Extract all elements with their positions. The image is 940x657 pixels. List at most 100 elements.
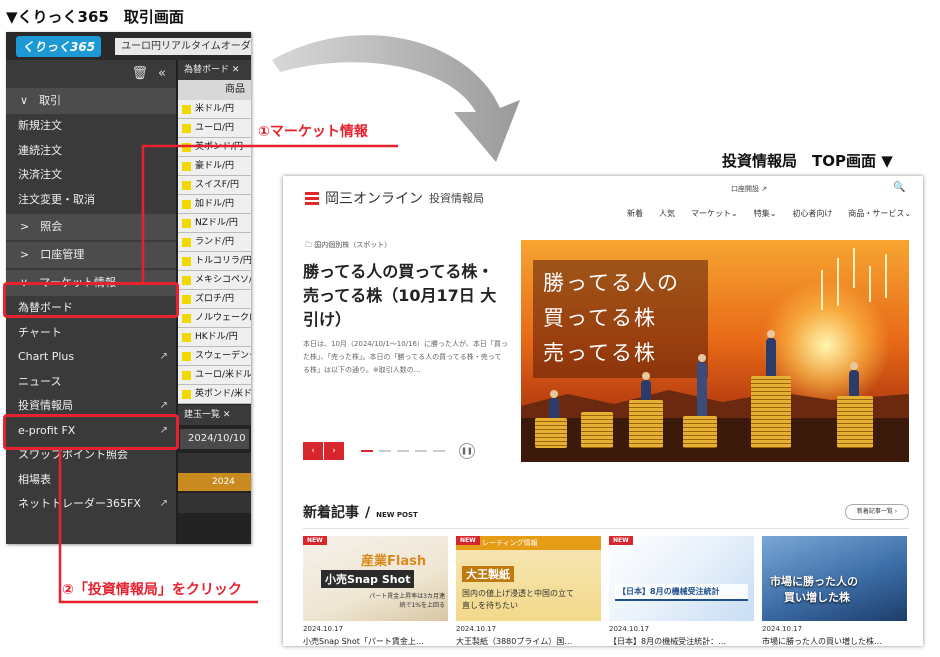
currency-pair-row[interactable]: 米ドル/円 bbox=[178, 100, 251, 119]
nav-market[interactable]: マーケット⌄ bbox=[691, 208, 738, 219]
article-card[interactable]: 市場に勝った人の 買い増した株 2024.10.17 市場に勝った人の買い増した… bbox=[762, 536, 907, 646]
pair-marker-icon bbox=[182, 142, 191, 152]
carousel-dot[interactable] bbox=[433, 450, 445, 452]
candlestick bbox=[885, 254, 887, 298]
tab-positions[interactable]: 建玉一覧 ✕ bbox=[178, 405, 251, 425]
highlight-market-info bbox=[3, 282, 179, 318]
article-category[interactable]: 🗀 国内個別株（スポット） bbox=[305, 240, 391, 252]
article-thumbnail: NEW 【日本】8月の機械受注統計 bbox=[609, 536, 754, 621]
nav-item-news[interactable]: ニュース bbox=[6, 370, 176, 395]
carousel-dot[interactable] bbox=[415, 450, 427, 452]
currency-pair-label: 豪ドル/円 bbox=[195, 160, 235, 171]
search-icon[interactable]: 🔍 bbox=[893, 182, 905, 193]
carousel-controls: ‹ › ❚❚ bbox=[303, 442, 475, 460]
nav-item-nettrader[interactable]: ネットトレーダー365FX ↗ bbox=[6, 492, 176, 517]
selected-row[interactable]: 2024 bbox=[178, 473, 251, 491]
nav-new[interactable]: 新着 bbox=[627, 208, 643, 219]
nav-item-continuous-order[interactable]: 連続注文 bbox=[6, 139, 176, 164]
table-row bbox=[178, 493, 251, 513]
pair-marker-icon bbox=[182, 294, 191, 304]
currency-pair-row[interactable]: ズロチ/円 bbox=[178, 290, 251, 309]
article-card[interactable]: NEW レーティング情報 大王製紙 国内の値上げ浸透と中国の立て直しを待ちたい … bbox=[456, 536, 601, 646]
left-caption: ▼くりっく365 取引画面 bbox=[6, 8, 184, 26]
businessman-figure bbox=[849, 362, 859, 396]
site-logo[interactable]: 岡三オンライン 投資情報局 bbox=[305, 188, 484, 208]
currency-pair-row[interactable]: ユーロ/米ドル bbox=[178, 366, 251, 385]
currency-pair-label: 米ドル/円 bbox=[195, 103, 235, 114]
currency-pair-row[interactable]: NZドル/円 bbox=[178, 214, 251, 233]
featured-headline[interactable]: 勝ってる人の買ってる株・売ってる株（10月17日 大引け） bbox=[303, 260, 503, 332]
pair-marker-icon bbox=[182, 218, 191, 228]
article-card[interactable]: NEW 【日本】8月の機械受注統計 2024.10.17 【日本】8月の機械受注… bbox=[609, 536, 754, 646]
currency-pair-row[interactable]: スイスF/円 bbox=[178, 176, 251, 195]
collapse-icon[interactable]: « bbox=[158, 66, 166, 81]
app-topbar: くりっく365 ユーロ円リアルタイムオーダ bbox=[6, 32, 251, 60]
nav-group-shokai[interactable]: > 照会 bbox=[6, 214, 176, 240]
currency-pair-list: 米ドル/円ユーロ/円英ポンド/円 豪ドル/円スイスF/円加ドル/円 NZドル/円 ラン… bbox=[178, 100, 251, 404]
pause-icon[interactable]: ❚❚ bbox=[459, 443, 475, 459]
pair-marker-icon bbox=[182, 199, 191, 209]
prev-button[interactable]: ‹ bbox=[303, 442, 323, 460]
carousel-dot[interactable] bbox=[361, 450, 373, 452]
currency-pair-row[interactable]: HKドル/円 bbox=[178, 328, 251, 347]
hero-text: 勝ってる人の 買ってる株 売ってる株 bbox=[543, 271, 680, 365]
tab-fx-board[interactable]: 為替ボード ✕ bbox=[178, 60, 251, 80]
nav-item-settlement-order[interactable]: 決済注文 bbox=[6, 163, 176, 188]
trash-icon[interactable]: 🗑 bbox=[132, 66, 149, 81]
currency-pair-row[interactable]: ユーロ/円 bbox=[178, 119, 251, 138]
currency-pair-label: 英ポンド/円 bbox=[195, 141, 244, 152]
sidebar-tools: 🗑 « bbox=[6, 60, 176, 86]
new-posts-list-button[interactable]: 新着記事一覧 › bbox=[845, 504, 909, 520]
currency-pair-label: スイスF/円 bbox=[195, 179, 239, 190]
pair-marker-icon bbox=[182, 123, 191, 133]
nav-products[interactable]: 商品・サービス⌄ bbox=[848, 208, 911, 219]
fx-board-panel: 為替ボード ✕ 商品 米ドル/円 ユーロ/円 英ポンド/円 豪ドル/円 スイスF/円 加ド… bbox=[178, 60, 251, 544]
new-badge: NEW bbox=[609, 536, 633, 545]
currency-pair-row[interactable]: 英ポンド/円 bbox=[178, 138, 251, 157]
hero-banner[interactable]: 勝ってる人の 買ってる株 売ってる株 bbox=[521, 240, 909, 462]
currency-pair-row[interactable]: 英ポンド/米ドル bbox=[178, 385, 251, 404]
callout-market-info: ①マーケット情報 bbox=[258, 124, 368, 140]
pair-marker-icon bbox=[182, 389, 191, 399]
date-field[interactable]: 2024/10/10 bbox=[180, 429, 249, 449]
currency-pair-label: HKドル/円 bbox=[195, 331, 238, 342]
nav-item-new-order[interactable]: 新規注文 bbox=[6, 114, 176, 139]
nav-item-quotes[interactable]: 相場表 bbox=[6, 468, 176, 493]
article-card[interactable]: NEW 産業Flash 小売Snap Shot パート賃金上昇率は3カ月連続で1… bbox=[303, 536, 448, 646]
carousel-dot[interactable] bbox=[379, 450, 391, 452]
featured-excerpt: 本日は、10月（2024/10/1～10/16）に勝った人が、本日「買った株」、… bbox=[303, 340, 508, 374]
carousel-dot[interactable] bbox=[397, 450, 409, 452]
highlight-toshi-joho bbox=[3, 414, 179, 450]
currency-pair-row[interactable]: 加ドル/円 bbox=[178, 195, 251, 214]
currency-pair-row[interactable]: 豪ドル/円 bbox=[178, 157, 251, 176]
currency-pair-row[interactable]: ランド/円 bbox=[178, 233, 251, 252]
right-caption: 投資情報局 TOP画面 ▼ bbox=[722, 152, 893, 170]
currency-pair-row[interactable]: スウェーデンクローナ/円 bbox=[178, 347, 251, 366]
external-link-icon: ↗ bbox=[159, 498, 168, 509]
brand-sub: 投資情報局 bbox=[429, 192, 484, 205]
ticker-bar[interactable]: ユーロ円リアルタイムオーダ bbox=[115, 37, 251, 55]
pair-marker-icon bbox=[182, 256, 191, 266]
brand-name: 岡三オンライン bbox=[325, 191, 423, 207]
nav-beginner[interactable]: 初心者向け bbox=[792, 208, 832, 219]
coin-stack bbox=[629, 400, 663, 448]
nav-feature[interactable]: 特集⌄ bbox=[754, 208, 777, 219]
nav-item-chart[interactable]: チャート bbox=[6, 321, 176, 346]
currency-pair-label: ズロチ/円 bbox=[195, 293, 235, 304]
currency-pair-row[interactable]: トルコリラ/円 bbox=[178, 252, 251, 271]
pair-marker-icon bbox=[182, 351, 191, 361]
nav-item-chart-plus[interactable]: Chart Plus ↗ bbox=[6, 345, 176, 370]
callout-click-toshi: ②「投資情報局」をクリック bbox=[62, 582, 242, 598]
divider bbox=[303, 528, 909, 529]
pair-marker-icon bbox=[182, 104, 191, 114]
nav-item-modify-cancel[interactable]: 注文変更・取消 bbox=[6, 188, 176, 213]
nav-group-account[interactable]: > 口座管理 bbox=[6, 242, 176, 268]
currency-pair-row[interactable]: メキシコペソ/円 bbox=[178, 271, 251, 290]
nav-group-torihiki[interactable]: ∨ 取引 bbox=[6, 88, 176, 114]
currency-pair-row[interactable]: ノルウェークローネ/円 bbox=[178, 309, 251, 328]
account-open-link[interactable]: 口座開設 ↗ bbox=[731, 184, 767, 194]
next-button[interactable]: › bbox=[324, 442, 344, 460]
pair-marker-icon bbox=[182, 370, 191, 380]
coin-stack bbox=[751, 376, 791, 448]
nav-popular[interactable]: 人気 bbox=[659, 208, 675, 219]
